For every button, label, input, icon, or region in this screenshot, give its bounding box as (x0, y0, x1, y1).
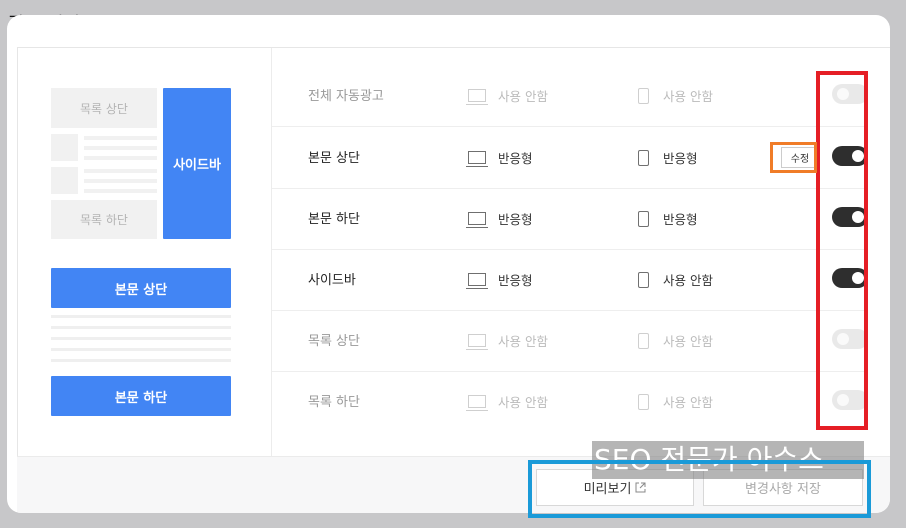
mobile-setting-value: 반응형 (663, 212, 698, 227)
pc-setting-value: 사용 안함 (498, 395, 548, 410)
pc-setting: 사용 안함 (466, 392, 548, 411)
row-label: 본문 하단 (308, 212, 360, 227)
pc-setting-value: 사용 안함 (498, 334, 548, 349)
row-label: 전체 자동광고 (308, 89, 384, 104)
preview-text-line (84, 179, 157, 183)
monitor-icon (466, 89, 488, 105)
mobile-setting: 반응형 (638, 209, 698, 228)
preview-text-line (84, 156, 157, 160)
pc-setting-value: 반응형 (498, 273, 533, 288)
pc-setting: 사용 안함 (466, 86, 548, 105)
row-label: 목록 하단 (308, 395, 360, 410)
pc-setting-value: 반응형 (498, 151, 533, 166)
footer-buttons-highlight (528, 460, 871, 518)
phone-icon (638, 149, 649, 166)
monitor-icon (466, 273, 488, 289)
pc-setting-value: 사용 안함 (498, 89, 548, 104)
preview-list-top: 목록 상단 (51, 88, 157, 128)
mobile-setting-value: 사용 안함 (663, 89, 713, 104)
pc-setting: 반응형 (466, 148, 533, 167)
ad-settings-dialog: 목록 상단 목록 하단 사이드바 본문 상단 본문 하단 전체 자동광고 사용 … (7, 15, 890, 513)
preview-text-line (84, 136, 157, 140)
setting-row-body-bottom: 본문 하단 반응형 반응형 (272, 188, 868, 250)
preview-text-line (84, 169, 157, 173)
monitor-icon (466, 334, 488, 350)
preview-body-line (51, 326, 231, 329)
preview-text-line (84, 146, 157, 150)
mobile-setting-value: 사용 안함 (663, 395, 713, 410)
mobile-setting: 사용 안함 (638, 86, 713, 105)
pc-setting: 반응형 (466, 270, 533, 289)
pc-setting-value: 반응형 (498, 212, 533, 227)
preview-thumb (51, 134, 78, 161)
setting-row-auto-ads: 전체 자동광고 사용 안함 사용 안함 (272, 65, 868, 127)
phone-icon (638, 210, 649, 227)
mobile-setting: 사용 안함 (638, 392, 713, 411)
preview-body-bottom: 본문 하단 (51, 376, 231, 416)
mobile-setting-value: 사용 안함 (663, 334, 713, 349)
row-label: 본문 상단 (308, 151, 360, 166)
preview-body-line (51, 359, 231, 362)
phone-icon (638, 87, 649, 104)
pc-setting: 반응형 (466, 209, 533, 228)
phone-icon (638, 332, 649, 349)
setting-row-sidebar: 사이드바 반응형 사용 안함 (272, 249, 868, 311)
mobile-setting: 사용 안함 (638, 270, 713, 289)
edit-button-highlight (770, 142, 817, 173)
mobile-setting: 반응형 (638, 148, 698, 167)
preview-list-bottom: 목록 하단 (51, 200, 157, 239)
mobile-setting: 사용 안함 (638, 331, 713, 350)
pc-setting: 사용 안함 (466, 331, 548, 350)
toggle-column-highlight (816, 71, 868, 430)
row-label: 사이드바 (308, 273, 356, 288)
mobile-setting-value: 반응형 (663, 151, 698, 166)
mobile-setting-value: 사용 안함 (663, 273, 713, 288)
preview-sidebar: 사이드바 (163, 88, 231, 239)
preview-body-line (51, 315, 231, 318)
preview-body-line (51, 348, 231, 351)
monitor-icon (466, 212, 488, 228)
phone-icon (638, 393, 649, 410)
phone-icon (638, 271, 649, 288)
row-label: 목록 상단 (308, 334, 360, 349)
setting-row-list-bottom: 목록 하단 사용 안함 사용 안함 (272, 371, 868, 432)
preview-body-line (51, 337, 231, 340)
preview-body-top: 본문 상단 (51, 268, 231, 308)
monitor-icon (466, 395, 488, 411)
preview-thumb (51, 167, 78, 194)
setting-row-list-top: 목록 상단 사용 안함 사용 안함 (272, 310, 868, 372)
monitor-icon (466, 151, 488, 167)
preview-text-line (84, 189, 157, 193)
